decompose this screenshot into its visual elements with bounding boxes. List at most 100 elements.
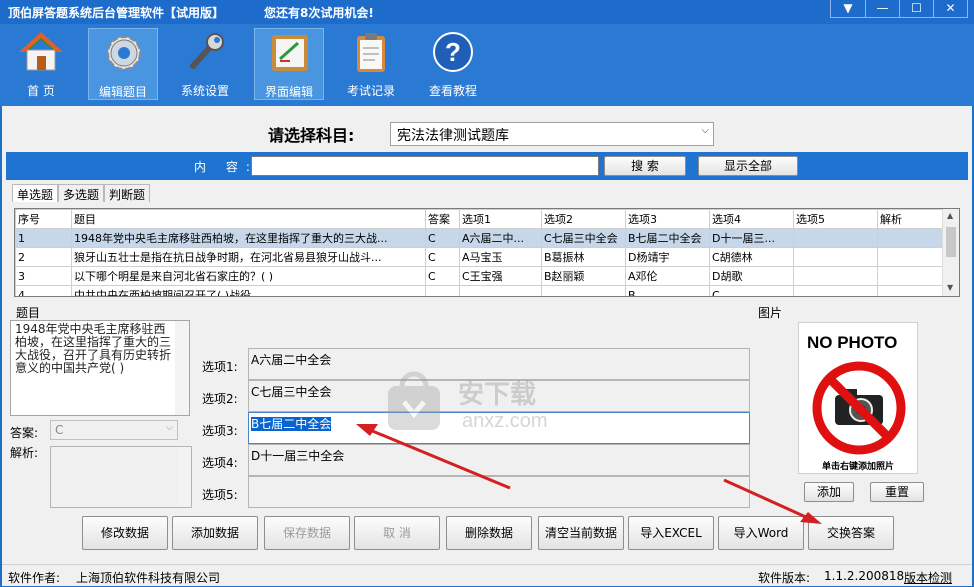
tab-true-false[interactable]: 判断题 <box>104 184 151 202</box>
import-word-button[interactable]: 导入Word <box>718 516 804 550</box>
table-row[interactable]: 3 以下哪个明星是来自河北省石家庄的？( ) C C王宝强 B赵丽颖 A邓伦 D… <box>15 266 944 286</box>
modify-button[interactable]: 修改数据 <box>82 516 168 550</box>
toolbar-settings-label: 系统设置 <box>180 84 229 98</box>
cancel-button[interactable]: 取 消 <box>354 516 440 550</box>
subject-select-value: 宪法法律测试题库 <box>397 128 509 144</box>
column-header[interactable]: 选项1 <box>459 209 542 229</box>
close-icon[interactable]: ✕ <box>933 0 967 17</box>
table-cell: 中共中央在西柏坡期间召开了( )战役 <box>71 285 426 296</box>
table-cell <box>459 285 542 296</box>
search-bar: 内 容: 搜 索 显示全部 <box>6 152 968 180</box>
toolbar-ui-edit[interactable]: 界面编辑 <box>254 28 324 100</box>
table-scrollbar[interactable]: ▲ ▼ <box>942 209 959 296</box>
version-value: 1.1.2.200818 <box>824 569 905 583</box>
option2-label: 选项2: <box>202 392 238 406</box>
table-cell <box>877 266 944 286</box>
analysis-label: 解析: <box>8 444 41 461</box>
swap-answer-button[interactable]: 交换答案 <box>808 516 894 550</box>
show-all-button[interactable]: 显示全部 <box>698 156 798 176</box>
scroll-down-icon[interactable]: ▼ <box>947 283 953 292</box>
home-icon <box>19 32 63 71</box>
photo-frame[interactable]: NO PHOTO 单击右键添加照片 <box>798 322 918 474</box>
import-excel-button[interactable]: 导入EXCEL <box>628 516 714 550</box>
main-panel: 请选择科目: 宪法法律测试题库 ⌵ 内 容: 搜 索 显示全部 单选题 多选题 … <box>2 106 972 564</box>
table-cell <box>793 266 878 286</box>
table-cell: C... <box>709 285 794 296</box>
column-header[interactable]: 题目 <box>71 209 426 229</box>
table-row[interactable]: 4 中共中央在西柏坡期间召开了( )战役 B... C... <box>15 285 944 296</box>
author-name: 上海顶伯软件科技有限公司 <box>76 571 221 585</box>
gear-icon <box>107 36 141 70</box>
search-button[interactable]: 搜 索 <box>604 156 686 176</box>
table-cell: A六届二中... <box>459 228 542 248</box>
photo-reset-button[interactable]: 重置 <box>870 482 924 502</box>
table-cell: B葛振林 <box>541 247 626 267</box>
answer-select[interactable]: C ⌵ <box>50 420 178 440</box>
table-cell: C七届三中全会 <box>541 228 626 248</box>
option5-field[interactable] <box>248 476 750 508</box>
photo-caption: 单击右键添加照片 <box>821 462 894 472</box>
column-header[interactable]: 选项4 <box>709 209 794 229</box>
toolbar-home-label: 首 页 <box>27 84 55 98</box>
toolbar-home[interactable]: 首 页 <box>6 28 76 100</box>
table-cell: 1 <box>15 228 72 248</box>
add-button[interactable]: 添加数据 <box>172 516 258 550</box>
toolbar-exam-records[interactable]: 考试记录 <box>336 28 406 100</box>
photo-add-button[interactable]: 添加 <box>804 482 854 502</box>
subject-select[interactable]: 宪法法律测试题库 ⌵ <box>390 122 714 146</box>
table-cell: 4 <box>15 285 72 296</box>
title-bar: 顶伯屏答题系统后台管理软件【试用版】 您还有8次试用机会! ▼ — ☐ ✕ <box>0 0 974 24</box>
toolbar-exam-records-label: 考试记录 <box>346 84 395 98</box>
option3-label: 选项3: <box>202 424 238 438</box>
option1-label: 选项1: <box>202 360 238 374</box>
table-cell: 以下哪个明星是来自河北省石家庄的？( ) <box>71 266 426 286</box>
question-scrollbar[interactable] <box>175 321 189 415</box>
table-cell: C <box>425 247 460 267</box>
maximize-icon[interactable]: ☐ <box>899 0 933 17</box>
author-label: 软件作者: <box>8 571 61 585</box>
version-check-link[interactable]: 版本检测 <box>904 569 952 586</box>
column-header[interactable]: 选项5 <box>793 209 878 229</box>
column-header[interactable]: 答案 <box>425 209 460 229</box>
delete-button[interactable]: 删除数据 <box>446 516 532 550</box>
table-cell <box>877 228 944 248</box>
scroll-thumb[interactable] <box>946 227 956 257</box>
toolbar-edit-questions[interactable]: 编辑题目 <box>88 28 158 100</box>
table-cell: C胡德林 <box>709 247 794 267</box>
option3-selected-text: B七届二中全会 <box>251 417 332 431</box>
table-cell: 狼牙山五壮士是指在抗日战争时期，在河北省易县狼牙山战斗... <box>71 247 426 267</box>
table-header-row: 序号 题目 答案 选项1 选项2 选项3 选项4 选项5 解析 <box>15 209 944 229</box>
clear-button[interactable]: 清空当前数据 <box>538 516 624 550</box>
search-input[interactable] <box>251 156 599 176</box>
table-row[interactable]: 1 1948年党中央毛主席移驻西柏坡，在这里指挥了重大的三大战... C A六届… <box>15 228 944 248</box>
tab-multiple-choice[interactable]: 多选题 <box>58 184 105 202</box>
tab-single-choice[interactable]: 单选题 <box>12 184 59 202</box>
table-cell: D十一届三... <box>709 228 794 248</box>
toolbar-settings[interactable]: 系统设置 <box>170 28 240 100</box>
watermark-text: 安下载 <box>458 379 537 409</box>
table-cell <box>793 228 878 248</box>
table-cell <box>425 285 460 296</box>
column-header[interactable]: 解析 <box>877 209 944 229</box>
question-textarea[interactable]: 1948年党中央毛主席移驻西柏坡，在这里指挥了重大的三大战役，召开了具有历史转折… <box>10 320 190 416</box>
search-label: 内 容: <box>194 160 258 174</box>
dropdown-icon[interactable]: ▼ <box>831 0 865 17</box>
minimize-icon[interactable]: — <box>865 0 899 17</box>
column-header[interactable]: 序号 <box>15 209 72 229</box>
table-cell: C王宝强 <box>459 266 542 286</box>
question-group-label: 题目 <box>14 304 43 321</box>
table-cell: D胡歌 <box>709 266 794 286</box>
column-header[interactable]: 选项3 <box>625 209 710 229</box>
analysis-scrollbar[interactable] <box>177 447 191 507</box>
save-button[interactable]: 保存数据 <box>264 516 350 550</box>
subject-label: 请选择科目: <box>268 126 355 145</box>
clipboard-icon <box>357 33 385 72</box>
scroll-up-icon[interactable]: ▲ <box>947 211 953 220</box>
questions-table: 序号 题目 答案 选项1 选项2 选项3 选项4 选项5 解析 1 1948年党… <box>14 208 960 297</box>
toolbar-tutorial[interactable]: ? 查看教程 <box>418 28 488 100</box>
status-bar: 软件作者: 上海顶伯软件科技有限公司 软件版本: 1.1.2.200818 版本… <box>2 564 972 586</box>
analysis-textarea[interactable] <box>50 446 192 508</box>
table-cell <box>793 247 878 267</box>
column-header[interactable]: 选项2 <box>541 209 626 229</box>
table-row[interactable]: 2 狼牙山五壮士是指在抗日战争时期，在河北省易县狼牙山战斗... C A马宝玉 … <box>15 247 944 267</box>
